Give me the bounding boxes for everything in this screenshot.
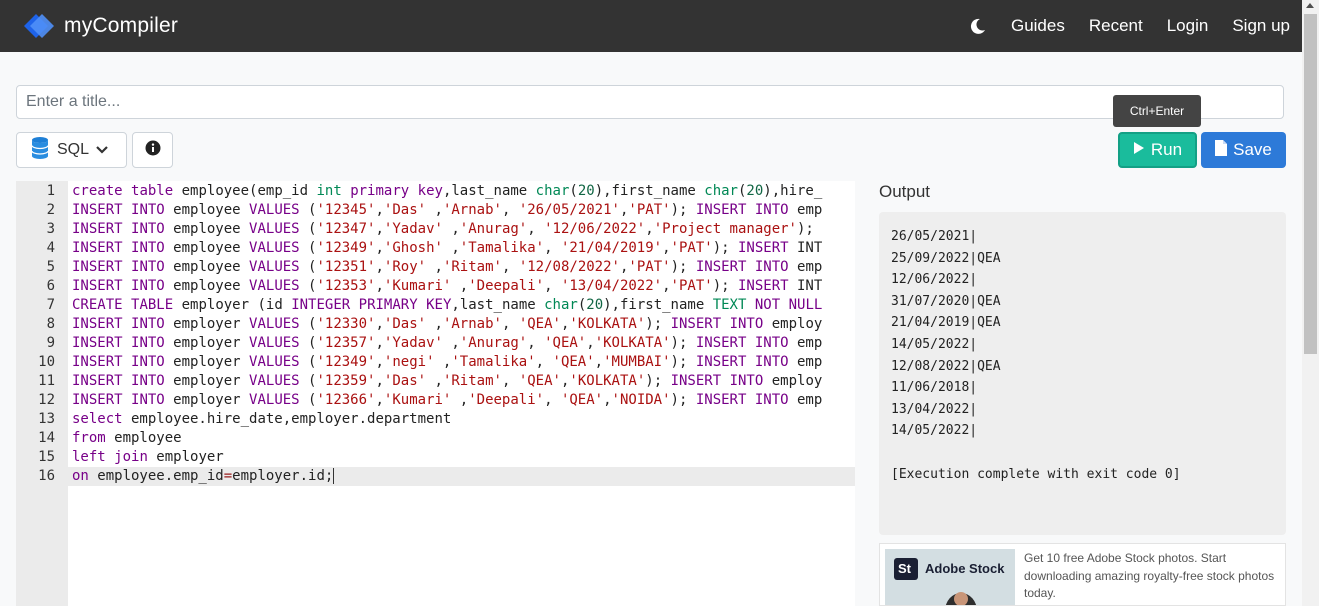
line-number: 16 <box>38 468 55 484</box>
moon-icon[interactable] <box>969 17 987 35</box>
run-button[interactable]: Run <box>1118 132 1197 168</box>
line-number: 8 <box>46 316 55 332</box>
code-line[interactable]: 1 create table employee(emp_id int primar… <box>16 182 855 201</box>
line-number: 4 <box>46 240 55 256</box>
code-text[interactable]: from employee <box>72 429 182 448</box>
line-number: 11 <box>38 373 55 389</box>
code-line[interactable]: 13 select employee.hire_date,employer.dep… <box>16 410 855 429</box>
title-input[interactable] <box>16 85 1284 119</box>
code-line[interactable]: 4 INSERT INTO employee VALUES ('12349','G… <box>16 239 855 258</box>
code-text[interactable]: CREATE TABLE employer (id INTEGER PRIMAR… <box>72 296 822 315</box>
info-icon <box>145 140 161 161</box>
line-number: 15 <box>38 449 55 465</box>
code-line[interactable]: 6 INSERT INTO employee VALUES ('12353','K… <box>16 277 855 296</box>
output-title: Output <box>879 182 931 201</box>
code-text[interactable]: INSERT INTO employer VALUES ('12349','ne… <box>72 353 822 372</box>
nav-links: Guides Recent Login Sign up <box>969 0 1290 52</box>
output-line: 14/05/2022| <box>891 423 978 439</box>
line-number: 2 <box>46 202 55 218</box>
code-line[interactable]: 11 INSERT INTO employer VALUES ('12359','… <box>16 372 855 391</box>
nav-guides[interactable]: Guides <box>1011 16 1065 36</box>
code-line[interactable]: 16 on employee.emp_id=employer.id; <box>16 467 855 486</box>
database-icon <box>31 136 49 165</box>
code-text[interactable]: create table employee(emp_id int primary… <box>72 182 822 201</box>
code-line[interactable]: 8 INSERT INTO employer VALUES ('12330','D… <box>16 315 855 334</box>
code-text[interactable]: INSERT INTO employer VALUES ('12359','Da… <box>72 372 822 391</box>
nav-login[interactable]: Login <box>1167 16 1209 36</box>
output-line: 13/04/2022| <box>891 401 978 417</box>
save-label: Save <box>1233 140 1272 159</box>
code-text[interactable]: on employee.emp_id=employer.id; <box>72 467 335 486</box>
line-number: 9 <box>46 335 55 351</box>
code-text[interactable]: INSERT INTO employer VALUES ('12366','Ku… <box>72 391 822 410</box>
line-number: 13 <box>38 411 55 427</box>
ad-badge: St <box>898 561 911 576</box>
brand-name: myCompiler <box>64 14 179 37</box>
run-shortcut-tooltip: Ctrl+Enter <box>1113 95 1201 127</box>
output-line: 14/05/2022| <box>891 336 978 352</box>
code-editor[interactable]: 1 create table employee(emp_id int primar… <box>16 181 855 606</box>
ad-text: Get 10 free Adobe Stock photos. Start do… <box>1024 551 1275 600</box>
line-number: 14 <box>38 430 55 446</box>
run-label: Run <box>1150 140 1183 159</box>
code-line[interactable]: 15 left join employer <box>16 448 855 467</box>
code-line[interactable]: 9 INSERT INTO employer VALUES ('12357','Y… <box>16 334 855 353</box>
code-line[interactable]: 10 INSERT INTO employer VALUES ('12349','… <box>16 353 855 372</box>
line-number: 5 <box>46 259 55 275</box>
line-number: 10 <box>38 354 55 370</box>
line-number: 1 <box>46 183 55 199</box>
code-text[interactable]: INSERT INTO employee VALUES ('12345','Da… <box>72 201 822 220</box>
chevron-down-icon <box>96 141 108 159</box>
brand[interactable]: myCompiler <box>22 12 178 40</box>
play-icon <box>1133 141 1145 160</box>
file-icon <box>1215 139 1228 161</box>
output-line: 12/06/2022| <box>891 272 978 288</box>
code-line[interactable]: 12 INSERT INTO employer VALUES ('12366','… <box>16 391 855 410</box>
line-number: 3 <box>46 221 55 237</box>
code-line[interactable]: 14 from employee <box>16 429 855 448</box>
output-line: 21/04/2019|QEA <box>891 315 1001 331</box>
code-text[interactable]: select employee.hire_date,employer.depar… <box>72 410 451 429</box>
code-line[interactable]: 7 CREATE TABLE employer (id INTEGER PRIMA… <box>16 296 855 315</box>
output-line: 25/09/2022|QEA <box>891 250 1001 266</box>
mycompiler-logo-icon <box>22 12 54 40</box>
code-text[interactable]: left join employer <box>72 448 224 467</box>
code-text[interactable]: INSERT INTO employee VALUES ('12353','Ku… <box>72 277 822 296</box>
scrollbar-thumb[interactable] <box>1304 14 1317 354</box>
code-text[interactable]: INSERT INTO employer VALUES ('12330','Da… <box>72 315 822 334</box>
code-text[interactable]: INSERT INTO employee VALUES ('12351','Ro… <box>72 258 822 277</box>
ad-brand: Adobe Stock <box>925 561 1005 576</box>
page-scrollbar[interactable] <box>1302 0 1319 606</box>
output-panel: 26/05/2021| 25/09/2022|QEA 12/06/2022| 31/0… <box>879 212 1286 535</box>
output-line: 31/07/2020|QEA <box>891 293 1001 309</box>
line-number: 6 <box>46 278 55 294</box>
scroll-up-arrow-icon[interactable] <box>1306 3 1314 8</box>
code-text[interactable]: INSERT INTO employee VALUES ('12349','Gh… <box>72 239 822 258</box>
language-label: SQL <box>57 141 90 158</box>
nav-signup[interactable]: Sign up <box>1232 16 1290 36</box>
ad-image[interactable]: St Adobe Stock <box>885 549 1015 605</box>
code-text[interactable]: INSERT INTO employee VALUES ('12347','Ya… <box>72 220 822 239</box>
top-navbar: myCompiler Guides Recent Login Sign up <box>0 0 1302 52</box>
nav-recent[interactable]: Recent <box>1089 16 1143 36</box>
output-line: [Execution complete with exit code 0] <box>891 466 1181 482</box>
output-line: 11/06/2018| <box>891 380 978 396</box>
info-button[interactable] <box>132 132 173 168</box>
output-lines: 26/05/2021| 25/09/2022|QEA 12/06/2022| 31/0… <box>891 226 1274 485</box>
code-text[interactable]: INSERT INTO employer VALUES ('12357','Ya… <box>72 334 822 353</box>
ad-banner[interactable]: St Adobe Stock Get 10 free Adobe Stock p… <box>879 543 1286 606</box>
output-line: 12/08/2022|QEA <box>891 358 1001 374</box>
line-number: 7 <box>46 297 55 313</box>
code-line[interactable]: 2 INSERT INTO employee VALUES ('12345','D… <box>16 201 855 220</box>
language-select[interactable]: SQL <box>16 132 127 168</box>
code-line[interactable]: 3 INSERT INTO employee VALUES ('12347','Y… <box>16 220 855 239</box>
save-button[interactable]: Save <box>1201 132 1286 168</box>
code-line[interactable]: 5 INSERT INTO employee VALUES ('12351','R… <box>16 258 855 277</box>
line-number: 12 <box>38 392 55 408</box>
output-line: 26/05/2021| <box>891 229 978 244</box>
